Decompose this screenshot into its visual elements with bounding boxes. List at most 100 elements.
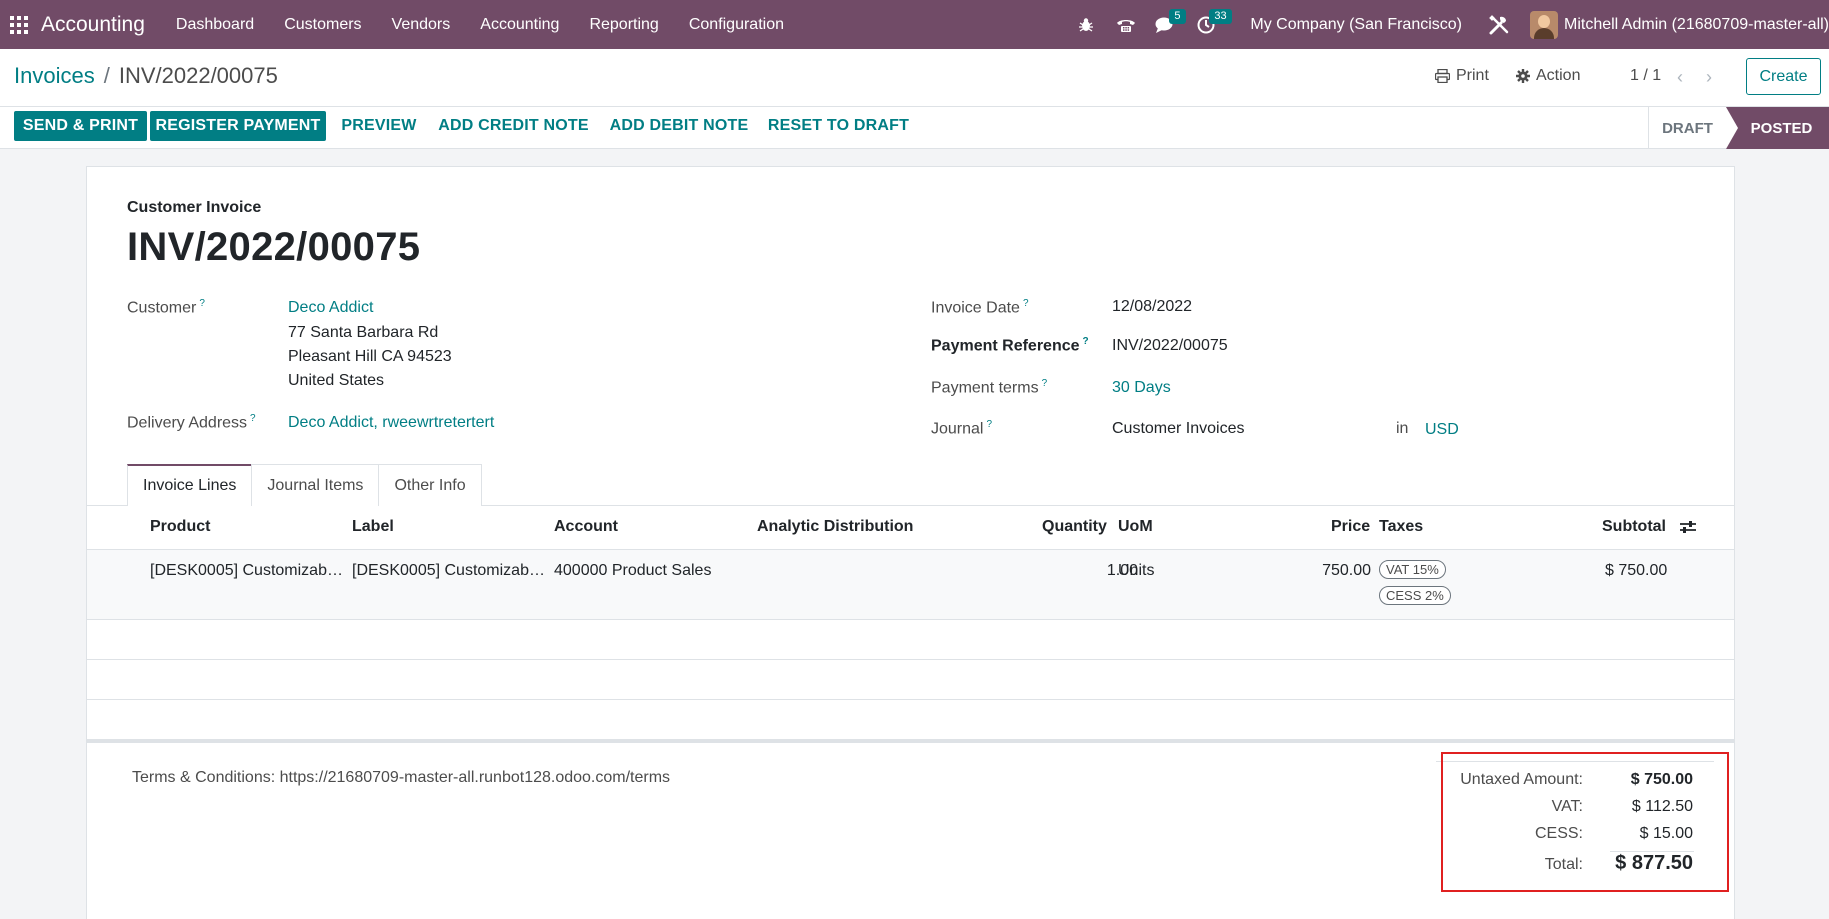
pager-previous-icon[interactable]: ‹ [1677,67,1683,88]
terms-and-conditions: Terms & Conditions: https://21680709-mas… [132,769,671,786]
menu-dashboard[interactable]: Dashboard [161,0,269,49]
action-label: Action [1536,67,1581,84]
apps-menu-icon[interactable] [10,15,28,34]
invoice-lines-header: Product Label Account Analytic Distribut… [87,506,1734,550]
control-panel: Invoices / INV/2022/00075 Print Action 1… [0,49,1829,107]
breadcrumb-current: INV/2022/00075 [118,63,278,88]
top-navbar: Accounting Dashboard Customers Vendors A… [0,0,1829,49]
col-price[interactable]: Price [1331,518,1370,536]
customer-address-line-1: 77 Santa Barbara Rd [288,324,439,341]
messages-count-badge: 5 [1169,9,1186,24]
vat-label: VAT: [1551,798,1583,815]
notebook-tabs: Invoice Lines Journal Items Other Info [127,464,482,506]
user-menu[interactable]: Mitchell Admin (21680709-master-all) [1564,16,1829,34]
line-uom: Units [1118,562,1155,579]
line-subtotal: $ 750.00 [1605,562,1668,579]
journal-in-text: in [1396,420,1409,437]
col-account[interactable]: Account [554,518,618,536]
navbar-systray: 5 33 My Company (San Francisco) Mitchell… [1066,0,1829,49]
invoice-date-field[interactable]: 12/08/2022 [1112,298,1192,316]
preview-button[interactable]: PREVIEW [335,111,423,141]
tab-other-info[interactable]: Other Info [378,464,482,506]
tax-tag-vat: VAT 15% [1379,560,1446,579]
stage-draft[interactable]: DRAFT [1648,107,1726,149]
activities-clock-icon[interactable]: 33 [1191,0,1232,49]
journal-field[interactable]: Customer Invoices [1112,420,1245,438]
debug-tools-icon[interactable] [1484,0,1514,49]
table-footer-divider [87,740,1734,743]
customer-field[interactable]: Deco Addict [288,299,373,317]
print-button[interactable]: Print [1435,67,1489,85]
add-debit-note-button[interactable]: ADD DEBIT NOTE [605,111,753,141]
document-title: INV/2022/00075 [127,225,421,269]
empty-row [87,660,1734,700]
breadcrumb-separator: / [103,63,110,88]
col-uom[interactable]: UoM [1118,518,1153,536]
tab-invoice-lines[interactable]: Invoice Lines [127,464,253,506]
app-brand[interactable]: Accounting [41,13,145,37]
invoice-date-label: Invoice Date? [931,298,1029,317]
customer-address-line-2: Pleasant Hill CA 94523 [288,348,452,365]
stage-posted: POSTED [1726,107,1829,149]
cess-value: $ 15.00 [1639,825,1693,842]
line-label: [DESK0005] Customizab… [352,562,545,579]
payment-terms-field[interactable]: 30 Days [1112,379,1171,397]
action-button[interactable]: Action [1516,67,1580,85]
customer-label: Customer? [127,298,205,317]
register-payment-button[interactable]: REGISTER PAYMENT [150,111,326,141]
table-row[interactable]: [DESK0005] Customizab… [DESK0005] Custom… [87,550,1734,620]
pager-value[interactable]: 1 / 1 [1630,67,1661,85]
line-account: 400000 Product Sales [554,562,712,579]
vat-value: $ 112.50 [1631,798,1693,815]
col-analytic-distribution[interactable]: Analytic Distribution [757,518,913,536]
add-credit-note-button[interactable]: ADD CREDIT NOTE [436,111,591,141]
breadcrumb: Invoices / INV/2022/00075 [14,63,278,89]
delivery-address-field[interactable]: Deco Addict, rweewrtretertert [288,414,494,432]
menu-accounting[interactable]: Accounting [465,0,574,49]
optional-columns-toggle-icon[interactable] [1679,520,1697,539]
payment-reference-field[interactable]: INV/2022/00075 [1112,337,1228,355]
bug-icon[interactable] [1071,0,1101,49]
delivery-address-label: Delivery Address? [127,413,256,432]
document-subtitle: Customer Invoice [127,199,262,216]
menu-vendors[interactable]: Vendors [377,0,466,49]
tax-tag-cess: CESS 2% [1379,586,1451,605]
gear-icon [1516,69,1530,83]
create-button[interactable]: Create [1746,58,1821,95]
col-quantity[interactable]: Quantity [1042,518,1107,536]
company-switcher[interactable]: My Company (San Francisco) [1250,16,1462,34]
empty-row [87,700,1734,740]
journal-label: Journal? [931,419,993,438]
cess-label: CESS: [1534,825,1583,842]
print-label: Print [1456,67,1489,84]
messages-icon[interactable]: 5 [1151,0,1186,49]
stage-posted-label: POSTED [1750,119,1813,137]
tab-journal-items[interactable]: Journal Items [251,464,380,506]
reset-to-draft-button[interactable]: RESET TO DRAFT [766,111,911,141]
untaxed-amount-label: Untaxed Amount: [1460,771,1583,788]
status-bar: SEND & PRINT REGISTER PAYMENT PREVIEW AD… [0,107,1829,149]
col-label[interactable]: Label [352,518,394,536]
user-avatar[interactable] [1530,10,1558,39]
breadcrumb-invoices-link[interactable]: Invoices [14,63,95,89]
untaxed-amount-value: $ 750.00 [1630,771,1693,788]
line-product: [DESK0005] Customizab… [150,562,343,579]
col-taxes[interactable]: Taxes [1379,518,1423,536]
menu-customers[interactable]: Customers [269,0,376,49]
line-price: 750.00 [1322,562,1371,579]
payment-reference-label: Payment Reference? [931,336,1089,355]
menu-reporting[interactable]: Reporting [574,0,673,49]
pager-next-icon[interactable]: › [1706,67,1712,88]
customer-address-line-3: United States [288,372,385,389]
col-subtotal[interactable]: Subtotal [1602,518,1666,536]
print-icon [1435,69,1450,83]
currency-field[interactable]: USD [1425,421,1459,439]
total-value: $ 877.50 [1615,852,1693,874]
activities-count-badge: 33 [1209,9,1232,24]
menu-configuration[interactable]: Configuration [674,0,799,49]
send-print-button[interactable]: SEND & PRINT [14,111,147,141]
phone-icon[interactable] [1111,0,1141,49]
payment-terms-label: Payment terms? [931,378,1048,397]
empty-row [87,620,1734,660]
col-product[interactable]: Product [150,518,210,536]
